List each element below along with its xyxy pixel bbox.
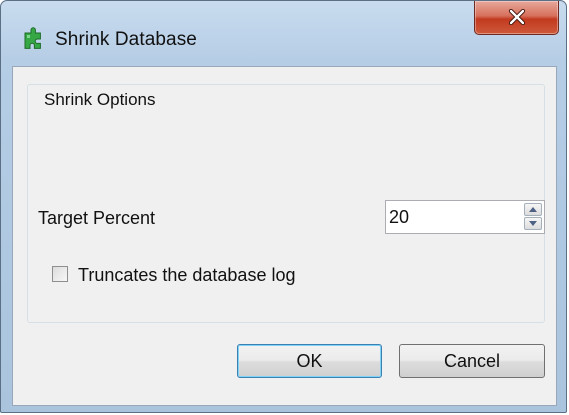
shrink-options-group: Shrink Options Target Percent 20 Truncat…: [27, 84, 545, 323]
dialog-body: Shrink Options Target Percent 20 Truncat…: [12, 66, 557, 406]
spin-up-button[interactable]: [524, 203, 542, 216]
target-percent-value[interactable]: 20: [389, 207, 409, 228]
truncate-log-checkbox[interactable]: [52, 266, 68, 282]
target-percent-label: Target Percent: [38, 208, 156, 228]
ok-button[interactable]: OK: [237, 344, 382, 378]
spin-down-button[interactable]: [524, 217, 542, 230]
spinner-buttons: [524, 203, 542, 231]
close-button[interactable]: [474, 1, 559, 35]
puzzle-piece-icon: [22, 27, 46, 51]
shrink-database-dialog: Shrink Database Shrink Options Target Pe…: [0, 0, 567, 413]
cancel-button[interactable]: Cancel: [399, 344, 545, 378]
window-title: Shrink Database: [55, 29, 197, 50]
target-percent-spinner[interactable]: 20: [385, 200, 545, 234]
truncate-log-label[interactable]: Truncates the database log: [78, 265, 295, 286]
close-icon: [508, 9, 526, 25]
group-legend: Shrink Options: [40, 90, 160, 110]
arrow-up-icon: [529, 207, 537, 212]
title-bar[interactable]: Shrink Database: [1, 1, 566, 67]
arrow-down-icon: [529, 221, 537, 226]
